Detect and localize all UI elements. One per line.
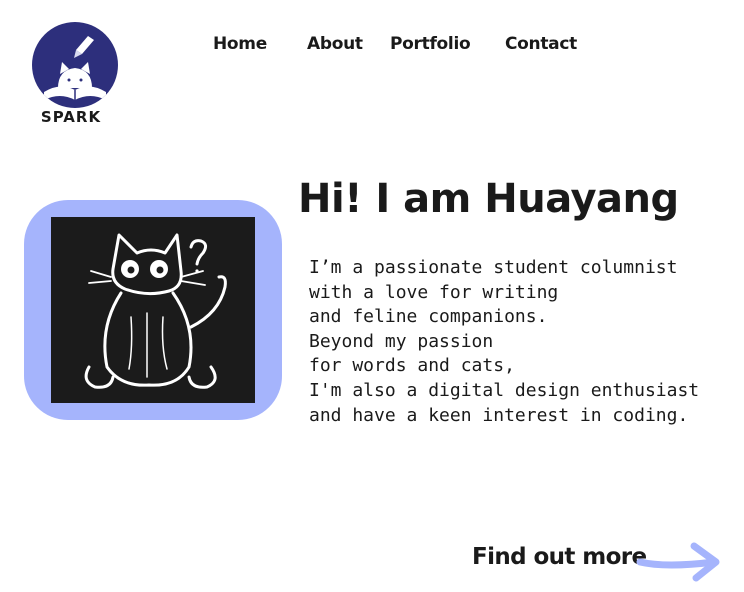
nav-link-contact[interactable]: Contact xyxy=(505,34,577,54)
brand-logo[interactable]: SPARK xyxy=(32,22,118,126)
bio-line: and feline companions. xyxy=(309,306,548,328)
bio-line: I'm also a digital design enthusiast xyxy=(309,379,700,401)
find-out-more-link[interactable]: Find out more xyxy=(472,544,647,570)
cat-illustration-icon xyxy=(51,217,255,403)
bio-line: and have a keen interest in coding. xyxy=(309,404,689,426)
arrow-right-icon[interactable] xyxy=(636,540,722,584)
hero-title: Hi! I am Huayang xyxy=(298,176,679,222)
bio-line: for words and cats, xyxy=(309,355,515,377)
spark-logo-icon xyxy=(32,22,118,108)
nav-link-portfolio[interactable]: Portfolio xyxy=(390,34,471,54)
nav-link-home[interactable]: Home xyxy=(213,34,267,54)
nav-link-about[interactable]: About xyxy=(307,34,363,54)
bio-line: Beyond my passion xyxy=(309,330,494,352)
bio-line: with a love for writing xyxy=(309,281,559,303)
bio-line: I’m a passionate student columnist xyxy=(309,257,678,278)
brand-name: SPARK xyxy=(40,108,102,126)
bio-text: I’m a passionate student columnist with … xyxy=(309,256,739,428)
